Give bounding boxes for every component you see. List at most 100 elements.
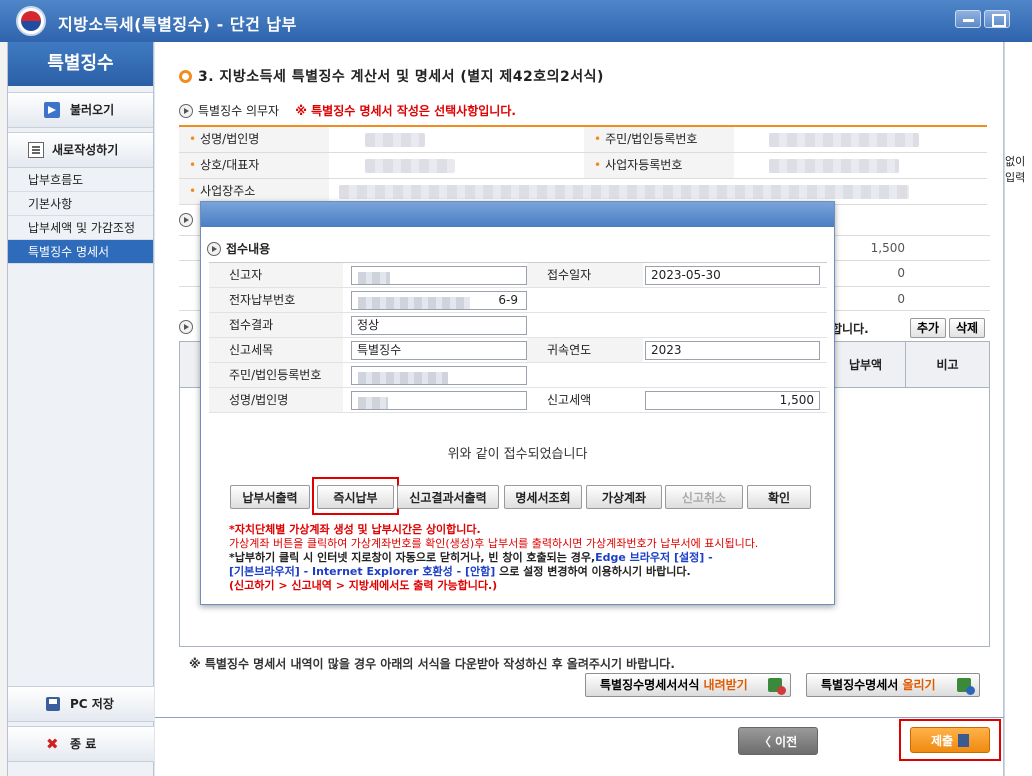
maximize-button[interactable] bbox=[984, 10, 1010, 28]
orange-ring-icon bbox=[179, 70, 192, 83]
background-window-edge bbox=[0, 42, 8, 776]
year-label: 귀속연도 bbox=[527, 338, 643, 362]
sidebar-title: 특별징수 bbox=[8, 42, 153, 86]
pay-now-button[interactable]: 즉시납부 bbox=[317, 485, 394, 509]
section-arrow bbox=[179, 213, 198, 227]
side-text: 없이 입력 bbox=[1005, 155, 1026, 184]
report-print-button[interactable]: 신고결과서출력 bbox=[397, 485, 499, 509]
exit-button[interactable]: ✖ 종 료 bbox=[8, 726, 154, 762]
result-field: 정상 bbox=[351, 316, 527, 335]
sidebar-item-payment-flow[interactable]: 납부흐름도 bbox=[8, 168, 153, 192]
taegeuk-logo-icon bbox=[16, 6, 46, 36]
business-no-label: 사업자등록번호 bbox=[584, 153, 734, 178]
arrow-circle-icon bbox=[179, 213, 193, 227]
statement-view-button[interactable]: 명세서조회 bbox=[504, 485, 582, 509]
note-line: 가상계좌 버튼을 클릭하여 가상계좌번호를 확인(생성)후 납부서를 출력하시면… bbox=[229, 537, 759, 550]
section-title: 3. 지방소득세 특별징수 계산서 및 명세서 (별지 제42호의2서식) bbox=[179, 66, 604, 86]
obligor-table: 성명/법인명 주민/법인등록번호 상호/대표자 사업자등록번호 사업장주소 bbox=[179, 125, 987, 205]
close-icon: ✖ bbox=[46, 735, 59, 753]
receipt-dialog: 접수내용 신고자 접수일자 2023-05-30 전자납부번호 6-9 접수결과… bbox=[200, 201, 835, 605]
footnote: ※ 특별징수 명세서 내역이 많을 경우 아래의 서식을 다운받아 작성하신 후… bbox=[189, 657, 675, 671]
note-line: (신고하기 > 신고내역 > 지방세에서도 출력 가능합니다.) bbox=[229, 579, 498, 592]
dialog-header bbox=[201, 202, 834, 227]
col-remark: 비고 bbox=[905, 342, 989, 388]
reporter-label: 신고자 bbox=[209, 263, 343, 287]
col-payment: 납부액 bbox=[825, 342, 905, 388]
year-field: 2023 bbox=[645, 341, 820, 360]
ok-button[interactable]: 확인 bbox=[747, 485, 811, 509]
upload-form-button[interactable]: 특별징수명세서 올리기 bbox=[806, 673, 980, 697]
load-button-label: 불러오기 bbox=[70, 103, 115, 117]
obligor-note: ※ 특별징수 명세서 작성은 선택사항입니다. bbox=[295, 104, 516, 118]
masked-value bbox=[365, 133, 425, 147]
dialog-notes: *자치단체별 가상계좌 생성 및 납부시간은 상이합니다. 가상계좌 버튼을 클… bbox=[229, 523, 819, 593]
cancel-report-button: 신고취소 bbox=[665, 485, 743, 509]
e-payment-no-label: 전자납부번호 bbox=[209, 288, 343, 312]
document-icon bbox=[28, 142, 44, 158]
reporter-field bbox=[351, 266, 527, 285]
sidebar-item-basic-info[interactable]: 기본사항 bbox=[8, 192, 153, 216]
submit-button[interactable]: 제출 bbox=[910, 727, 990, 753]
document-icon bbox=[958, 733, 970, 747]
sidebar-item-statement[interactable]: 특별징수 명세서 bbox=[8, 240, 153, 264]
new-write-button[interactable]: 새로작성하기 bbox=[8, 132, 153, 168]
arrow-circle-icon bbox=[179, 104, 193, 118]
e-payment-no-field: 6-9 bbox=[351, 291, 527, 310]
name-label: 성명/법인명 bbox=[179, 127, 329, 152]
download-form-button[interactable]: 특별징수명세서서식 내려받기 bbox=[585, 673, 791, 697]
note-line: *자치단체별 가상계좌 생성 및 납부시간은 상이합니다. bbox=[229, 523, 481, 536]
tax-item-field: 특별징수 bbox=[351, 341, 527, 360]
exit-label: 종 료 bbox=[70, 737, 97, 751]
minimize-button[interactable] bbox=[955, 10, 981, 28]
company-label: 상호/대표자 bbox=[179, 153, 329, 178]
delete-button[interactable]: 삭제 bbox=[949, 318, 986, 338]
result-label: 접수결과 bbox=[209, 313, 343, 337]
name-field bbox=[351, 391, 527, 410]
submit-highlight-box: 제출 bbox=[899, 719, 1001, 761]
resident-no-field bbox=[351, 366, 527, 385]
confirm-message: 위와 같이 접수되었습니다 bbox=[447, 447, 588, 462]
load-button[interactable]: 불러오기 bbox=[8, 92, 153, 128]
add-button[interactable]: 추가 bbox=[910, 318, 947, 338]
excel-upload-icon bbox=[957, 678, 975, 695]
dialog-title: 접수내용 bbox=[207, 240, 270, 257]
name-label: 성명/법인명 bbox=[209, 388, 343, 412]
pc-save-label: PC 저장 bbox=[70, 697, 114, 711]
pc-save-button[interactable]: PC 저장 bbox=[8, 686, 154, 722]
prev-button[interactable]: 〈 이전 bbox=[738, 727, 818, 755]
load-icon bbox=[44, 102, 60, 118]
virtual-account-button[interactable]: 가상계좌 bbox=[586, 485, 662, 509]
tax-amount-label: 신고세액 bbox=[527, 388, 643, 412]
tax-item-label: 신고세목 bbox=[209, 338, 343, 362]
resident-no-label: 주민/법인등록번호 bbox=[209, 363, 343, 387]
tax-amount-field: 1,500 bbox=[645, 391, 820, 410]
masked-value bbox=[358, 297, 470, 309]
arrow-circle-icon bbox=[179, 320, 193, 334]
masked-value bbox=[358, 372, 448, 384]
arrow-circle-icon bbox=[207, 242, 221, 256]
masked-value bbox=[769, 133, 919, 147]
note-line: [기본브라우저] - Internet Explorer 호환성 - [안함] … bbox=[229, 565, 691, 578]
receipt-table: 신고자 접수일자 2023-05-30 전자납부번호 6-9 접수결과 정상 신… bbox=[209, 262, 827, 413]
masked-value bbox=[339, 185, 909, 199]
list-arrow bbox=[179, 320, 198, 334]
new-write-label: 새로작성하기 bbox=[52, 143, 119, 157]
receipt-date-label: 접수일자 bbox=[527, 263, 643, 287]
background-window-right: 없이 입력 bbox=[1004, 42, 1032, 776]
list-tail-text: 합니다. bbox=[831, 322, 869, 336]
excel-download-icon bbox=[768, 678, 786, 695]
bill-print-button[interactable]: 납부서출력 bbox=[230, 485, 310, 509]
masked-value bbox=[365, 159, 455, 173]
floppy-disk-icon bbox=[46, 697, 60, 711]
title-bar: 지방소득세(특별징수) - 단건 납부 bbox=[0, 0, 1032, 42]
obligor-heading: 특별징수 의무자 ※ 특별징수 명세서 작성은 선택사항입니다. bbox=[179, 102, 516, 119]
receipt-date-field: 2023-05-30 bbox=[645, 266, 820, 285]
masked-value bbox=[769, 159, 899, 173]
masked-value bbox=[358, 272, 390, 284]
note-line: *납부하기 클릭 시 인터넷 지로창이 자동으로 닫히거나, 빈 창이 호출되는… bbox=[229, 551, 713, 564]
sidebar: 특별징수 불러오기 새로작성하기 납부흐름도 기본사항 납부세액 및 가감조정 … bbox=[8, 42, 154, 776]
resident-no-label: 주민/법인등록번호 bbox=[584, 127, 734, 152]
window-title: 지방소득세(특별징수) - 단건 납부 bbox=[58, 15, 297, 34]
masked-value bbox=[358, 397, 388, 409]
sidebar-item-tax-adjustment[interactable]: 납부세액 및 가감조정 bbox=[8, 216, 153, 240]
